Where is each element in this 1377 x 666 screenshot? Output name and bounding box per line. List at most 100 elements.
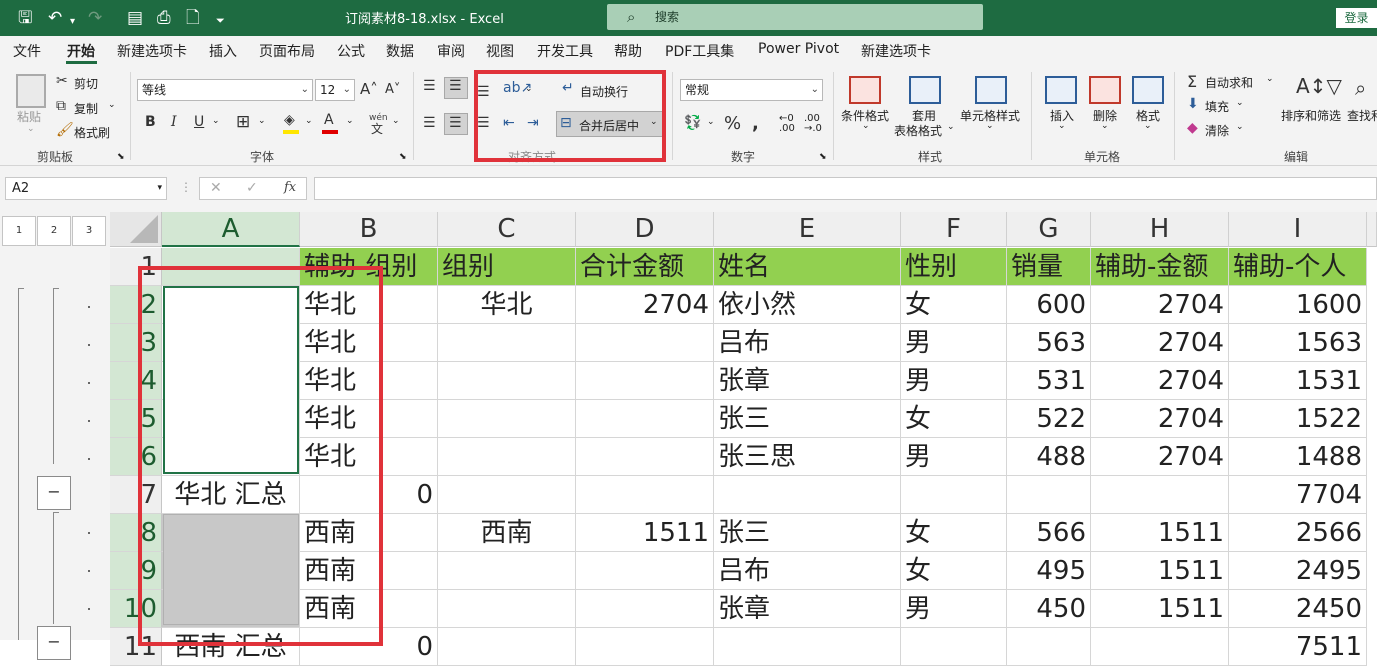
outline-level-2-button[interactable]: 2 (37, 216, 71, 246)
cell-i7[interactable]: 7704 (1229, 476, 1367, 514)
cell-b4[interactable]: 华北 (300, 362, 438, 400)
tab-page-layout[interactable]: 页面布局 (259, 41, 315, 61)
cell-f6[interactable]: 男 (901, 438, 1007, 476)
cell-d2[interactable]: 2704 (576, 286, 714, 324)
chevron-down-icon[interactable]: ⌄ (1266, 74, 1274, 84)
column-header-b[interactable]: B (300, 212, 438, 247)
cell-f2[interactable]: 女 (901, 286, 1007, 324)
chevron-down-icon[interactable]: ⌄ (392, 116, 400, 126)
cell-b8[interactable]: 西南 (300, 514, 438, 552)
cell-c8[interactable]: 西南 (438, 514, 576, 552)
cell-e9[interactable]: 吕布 (714, 552, 901, 590)
clear-button[interactable]: 清除 (1205, 122, 1229, 139)
cell-h9[interactable]: 1511 (1091, 552, 1229, 590)
cell-b5[interactable]: 华北 (300, 400, 438, 438)
chevron-down-icon[interactable]: ⌄ (947, 122, 955, 132)
cell-d10[interactable] (576, 590, 714, 628)
cell-h3[interactable]: 2704 (1091, 324, 1229, 362)
chevron-down-icon[interactable]: ⌄ (1144, 121, 1152, 131)
row-header-5[interactable]: 5 (110, 400, 162, 438)
cell-b6[interactable]: 华北 (300, 438, 438, 476)
row-header-11[interactable]: 11 (110, 628, 162, 666)
row-header-6[interactable]: 6 (110, 438, 162, 476)
outline-level-1-button[interactable]: 1 (2, 216, 36, 246)
cell-a1[interactable] (162, 248, 300, 286)
cell-h7[interactable] (1091, 476, 1229, 514)
font-size-select[interactable]: 12 ⌄ (315, 79, 355, 101)
chevron-down-icon[interactable]: ⌄ (305, 116, 313, 126)
row-header-8[interactable]: 8 (110, 514, 162, 552)
save-icon[interactable]: 🖫 (18, 8, 32, 28)
number-launcher-icon[interactable]: ⬊ (819, 152, 827, 162)
cell-i10[interactable]: 2450 (1229, 590, 1367, 628)
cell-h10[interactable]: 1511 (1091, 590, 1229, 628)
enter-icon[interactable]: ✓ (246, 180, 258, 196)
cell-c10[interactable] (438, 590, 576, 628)
cell-g9[interactable]: 495 (1007, 552, 1091, 590)
cell-d7[interactable] (576, 476, 714, 514)
paste-dropdown-icon[interactable]: ⌄ (27, 124, 35, 134)
fill-button[interactable]: 填充 (1205, 98, 1229, 115)
chevron-down-icon[interactable]: ⌄ (1058, 121, 1066, 131)
chevron-down-icon[interactable]: ⌄ (986, 121, 994, 131)
column-header-a[interactable]: A (162, 212, 300, 247)
cell-b3[interactable]: 华北 (300, 324, 438, 362)
collapse-group-button[interactable]: − (37, 476, 71, 510)
cell-b7[interactable]: 0 (300, 476, 438, 514)
paste-icon[interactable] (16, 74, 46, 108)
cell-c4[interactable] (438, 362, 576, 400)
cell-f10[interactable]: 男 (901, 590, 1007, 628)
cell-i2[interactable]: 1600 (1229, 286, 1367, 324)
tab-home[interactable]: 开始 (67, 41, 95, 61)
copy-dropdown-icon[interactable]: ⌄ (108, 100, 116, 110)
cell-c11[interactable] (438, 628, 576, 666)
column-header-f[interactable]: F (901, 212, 1007, 247)
tab-view[interactable]: 视图 (486, 41, 514, 61)
chevron-down-icon[interactable]: ▾ (157, 178, 162, 199)
cell-e6[interactable]: 张三思 (714, 438, 901, 476)
align-top-icon[interactable]: ☰ (423, 78, 436, 94)
outline-level-3-button[interactable]: 3 (72, 216, 106, 246)
column-header-e[interactable]: E (714, 212, 901, 247)
row-header-10[interactable]: 10 (110, 590, 162, 628)
underline-icon[interactable]: U (194, 114, 204, 130)
row-header-7[interactable]: 7 (110, 476, 162, 514)
chevron-down-icon[interactable]: ⌄ (862, 121, 870, 131)
column-header-c[interactable]: C (438, 212, 576, 247)
fill-color-icon[interactable]: ◈ (284, 112, 295, 128)
cell-g5[interactable]: 522 (1007, 400, 1091, 438)
cell-f5[interactable]: 女 (901, 400, 1007, 438)
cell-d11[interactable] (576, 628, 714, 666)
merged-cell-a8-a10[interactable] (163, 514, 299, 625)
cut-button[interactable]: 剪切 (74, 75, 98, 92)
align-right-icon[interactable]: ☰ (477, 115, 490, 131)
cell-f7[interactable] (901, 476, 1007, 514)
cell-e11[interactable] (714, 628, 901, 666)
tab-help[interactable]: 帮助 (614, 41, 642, 61)
select-all-button[interactable] (110, 212, 162, 247)
autosum-button[interactable]: 自动求和 (1205, 74, 1253, 91)
italic-icon[interactable]: I (171, 114, 177, 130)
cell-c7[interactable] (438, 476, 576, 514)
align-bottom-icon[interactable]: ☰ (477, 84, 490, 100)
cell-h1[interactable]: 辅助-金额 (1091, 248, 1229, 286)
cell-i3[interactable]: 1563 (1229, 324, 1367, 362)
font-color-icon[interactable]: A (324, 112, 334, 128)
find-select-button[interactable]: 查找和 (1347, 107, 1377, 124)
cell-b10[interactable]: 西南 (300, 590, 438, 628)
cell-a11[interactable]: 西南 汇总 (162, 628, 300, 666)
tab-developer[interactable]: 开发工具 (537, 41, 593, 61)
cell-f11[interactable] (901, 628, 1007, 666)
tab-new-1[interactable]: 新建选项卡 (117, 41, 187, 61)
customize-qat-icon[interactable]: ⏷ (216, 11, 225, 31)
cell-d1[interactable]: 合计金额 (576, 248, 714, 286)
column-header-next[interactable] (1367, 212, 1377, 247)
name-box[interactable]: A2 ▾ (5, 177, 167, 200)
cell-h5[interactable]: 2704 (1091, 400, 1229, 438)
cell-h11[interactable] (1091, 628, 1229, 666)
comma-icon[interactable]: , (752, 113, 759, 134)
border-icon[interactable]: ⊞ (236, 112, 250, 132)
cell-i6[interactable]: 1488 (1229, 438, 1367, 476)
undo-icon[interactable]: ↶ (48, 8, 62, 28)
chevron-down-icon[interactable]: ⌄ (258, 116, 266, 126)
